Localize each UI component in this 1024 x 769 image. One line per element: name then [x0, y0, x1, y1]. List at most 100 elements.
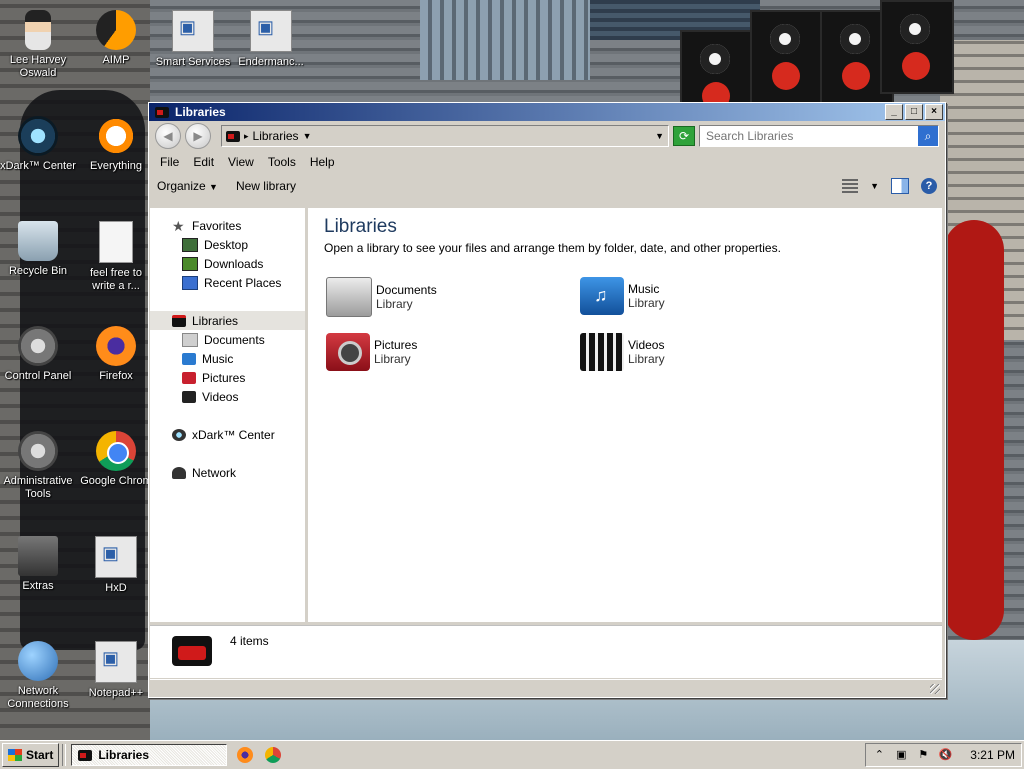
address-history-dropdown[interactable]: ▼ — [655, 131, 664, 141]
desktop-icon-label: Endermanc... — [238, 56, 304, 68]
maximize-button[interactable]: □ — [905, 104, 923, 120]
desktop-icon-label: feel free to write a r... — [90, 267, 142, 292]
library-name: Videos — [628, 338, 665, 352]
nav-item-label: Desktop — [204, 237, 249, 252]
desktop-icon-notepad-plus-plus[interactable]: Notepad++ — [76, 641, 156, 700]
desktop-icon-hxd[interactable]: HxD — [76, 536, 156, 595]
desktop-icon-administrative-tools[interactable]: Administrative Tools — [0, 431, 78, 501]
search-box[interactable]: ⌕ — [699, 125, 939, 147]
desktop-icon-aimp[interactable]: AIMP — [76, 10, 156, 67]
desktop-icon-everything[interactable]: Everything — [76, 116, 156, 173]
desktop-icon-google-chrome[interactable]: Google Chrom — [76, 431, 156, 488]
recycle-bin-icon — [18, 221, 58, 261]
resize-grip[interactable] — [930, 684, 940, 694]
title-bar[interactable]: Libraries _ □ × — [149, 103, 945, 121]
desktop-icon-lee-harvey-oswald[interactable]: Lee Harvey Oswald — [0, 10, 78, 80]
nav-item-videos[interactable]: Videos — [150, 387, 305, 406]
nav-item-label: xDark™ Center — [192, 427, 275, 442]
desktop-icon-control-panel[interactable]: Control Panel — [0, 326, 78, 383]
volume-muted-icon[interactable]: 🔇 — [938, 748, 952, 762]
flag-icon[interactable]: ⚑ — [916, 748, 930, 762]
organize-button[interactable]: Organize ▼ — [157, 179, 218, 193]
desktop-icon-label: Lee Harvey Oswald — [9, 54, 67, 79]
view-options-icon[interactable] — [842, 179, 859, 193]
nav-item-label: Documents — [204, 332, 265, 347]
chevron-down-icon[interactable]: ▼ — [870, 181, 879, 191]
nav-item-network[interactable]: Network — [150, 463, 305, 482]
nav-item-favorites[interactable]: ★ Favorites — [150, 216, 305, 235]
xdark-icon — [18, 116, 58, 156]
menu-bar: File Edit View Tools Help — [149, 151, 945, 173]
pictures-library-icon — [326, 333, 370, 371]
start-button[interactable]: Start — [2, 743, 60, 767]
nav-item-downloads[interactable]: Downloads — [150, 254, 305, 273]
menu-help[interactable]: Help — [303, 155, 342, 169]
search-input[interactable] — [700, 129, 918, 143]
desktop-icon-label: Firefox — [99, 370, 133, 382]
document-icon — [99, 221, 133, 263]
new-library-button[interactable]: New library — [236, 179, 296, 193]
view-controls: ▼ ? — [842, 178, 937, 194]
menu-edit[interactable]: Edit — [186, 155, 221, 169]
chevron-up-icon[interactable]: ⌃ — [872, 748, 886, 762]
organize-label: Organize — [157, 179, 206, 193]
library-documents[interactable]: Documents Library — [326, 277, 566, 317]
nav-item-pictures[interactable]: Pictures — [150, 368, 305, 387]
desktop-icon-recycle-bin[interactable]: Recycle Bin — [0, 221, 78, 278]
nav-item-documents[interactable]: Documents — [150, 330, 305, 349]
close-button[interactable]: × — [925, 104, 943, 120]
navigation-row: ◀ ▶ ▸ Libraries ▼ ▼ ⟳ ⌕ — [149, 121, 945, 151]
desktop-icon-label: xDark™ Center — [0, 160, 76, 172]
wallpaper-red-arm — [944, 220, 1004, 640]
chevron-down-icon[interactable]: ▼ — [303, 131, 312, 141]
menu-view[interactable]: View — [221, 155, 261, 169]
desktop-icon-extras[interactable]: Extras — [0, 536, 78, 593]
desktop-icon-text-document[interactable]: feel free to write a r... — [76, 221, 156, 293]
forward-button[interactable]: ▶ — [185, 123, 211, 149]
nav-item-desktop[interactable]: Desktop — [150, 235, 305, 254]
preview-pane-icon[interactable] — [891, 178, 909, 194]
documents-icon — [182, 332, 198, 347]
minimize-button[interactable]: _ — [885, 104, 903, 120]
chevron-right-icon[interactable]: ▸ — [244, 131, 249, 142]
nav-item-music[interactable]: Music — [150, 349, 305, 368]
library-videos[interactable]: Videos Library — [580, 333, 820, 371]
page-title: Libraries — [324, 216, 397, 237]
library-pictures[interactable]: Pictures Library — [326, 333, 566, 371]
globe-icon — [18, 641, 58, 681]
breadcrumb-libraries[interactable]: Libraries — [253, 129, 299, 143]
desktop-icon-endermanch[interactable]: Endermanc... — [231, 10, 311, 69]
window-title: Libraries — [175, 105, 226, 119]
taskbar-button-libraries[interactable]: Libraries — [71, 744, 228, 766]
desktop-icon-xdark-center[interactable]: xDark™ Center — [0, 116, 78, 173]
desktop-icon-label: Recycle Bin — [8, 265, 68, 277]
chrome-icon[interactable] — [265, 747, 282, 763]
content-pane: Libraries Open a library to see your fil… — [308, 208, 942, 622]
network-status-icon[interactable]: ▣ — [894, 748, 908, 762]
nav-item-label: Network — [192, 465, 237, 480]
nav-item-label: Music — [202, 351, 234, 366]
help-icon[interactable]: ? — [921, 178, 937, 194]
nav-item-recent-places[interactable]: Recent Places — [150, 273, 305, 292]
desktop-icon-firefox[interactable]: Firefox — [76, 326, 156, 383]
search-icon[interactable]: ⌕ — [918, 126, 938, 146]
library-name: Music — [628, 282, 660, 296]
star-icon: ★ — [172, 217, 185, 234]
desktop-icon-smart-services[interactable]: Smart Services — [153, 10, 233, 69]
menu-tools[interactable]: Tools — [261, 155, 303, 169]
firefox-icon[interactable] — [237, 747, 254, 763]
xdark-icon — [172, 428, 186, 441]
command-bar: Organize ▼ New library ▼ ? — [149, 173, 945, 199]
nav-item-libraries[interactable]: Libraries — [150, 311, 305, 330]
clock[interactable]: 3:21 PM — [970, 748, 1015, 762]
back-button[interactable]: ◀ — [155, 123, 181, 149]
wallpaper-speaker — [880, 0, 954, 94]
desktop-icon-network-connections[interactable]: Network Connections — [0, 641, 78, 711]
window-body: ★ Favorites Desktop Downloads Recent Pla… — [150, 208, 942, 622]
refresh-button[interactable]: ⟳ — [673, 126, 695, 146]
address-bar[interactable]: ▸ Libraries ▼ ▼ — [221, 125, 669, 147]
menu-file[interactable]: File — [153, 155, 186, 169]
nav-item-xdark-center[interactable]: xDark™ Center — [150, 425, 305, 444]
taskbar-separator — [62, 744, 67, 766]
library-music[interactable]: Music Library — [580, 277, 820, 315]
